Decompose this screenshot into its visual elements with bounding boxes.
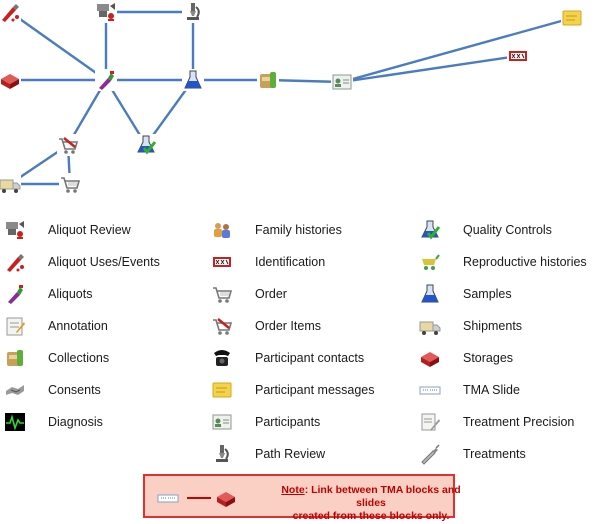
quality-controls-icon bbox=[419, 219, 441, 241]
storages-icon bbox=[419, 347, 441, 369]
note-line-1: : Link between TMA blocks and slides bbox=[304, 484, 461, 509]
note-line-2: created from these blocks only. bbox=[292, 510, 450, 522]
diagnosis-icon bbox=[4, 411, 26, 433]
diagram-node-order-items-icon[interactable] bbox=[57, 134, 79, 156]
diagram-node-quality-controls-icon[interactable] bbox=[135, 134, 157, 156]
legend-label: Collections bbox=[48, 351, 110, 365]
diagram-node-aliquot-review-icon[interactable] bbox=[95, 1, 117, 23]
legend-label: Participant contacts bbox=[255, 351, 365, 365]
note-keyword: Note bbox=[281, 484, 305, 496]
legend-label: Order Items bbox=[255, 319, 321, 333]
legend-item: Identification bbox=[211, 248, 411, 276]
reproductive-histories-icon bbox=[419, 251, 441, 273]
diagram-edges bbox=[8, 10, 574, 186]
diagram-node-aliquots-icon[interactable] bbox=[95, 69, 117, 91]
diagram-node-participant-messages-icon[interactable] bbox=[561, 7, 583, 29]
order-icon bbox=[211, 283, 233, 305]
diagram-edge bbox=[266, 78, 344, 84]
storages-icon bbox=[217, 492, 235, 507]
entity-diagram bbox=[0, 1, 583, 195]
treatment-precision-icon bbox=[419, 411, 441, 433]
aliquot-review-icon bbox=[4, 219, 26, 241]
legend-item: Shipments bbox=[419, 312, 596, 340]
legend-item: Samples bbox=[419, 280, 596, 308]
legend-label: Quality Controls bbox=[463, 223, 552, 237]
tma-slide-icon bbox=[157, 494, 179, 503]
legend-item: Order Items bbox=[211, 312, 411, 340]
diagram-node-shipments-icon[interactable] bbox=[0, 173, 21, 195]
diagram-edge bbox=[340, 16, 574, 84]
diagram-node-collections-icon[interactable] bbox=[257, 69, 279, 91]
family-histories-icon bbox=[211, 219, 233, 241]
legend-item: Aliquots bbox=[4, 280, 204, 308]
legend-label: Path Review bbox=[255, 447, 326, 461]
legend-item: Path Review bbox=[211, 440, 411, 468]
diagram-node-identification-icon[interactable] bbox=[507, 45, 529, 67]
legend-item: Participants bbox=[211, 408, 411, 436]
legend-label: Participant messages bbox=[255, 383, 375, 397]
legend-label: Diagnosis bbox=[48, 415, 103, 429]
diagram-node-samples-icon[interactable] bbox=[182, 69, 204, 91]
legend-label: Treatment Precision bbox=[463, 415, 575, 429]
legend-label: Identification bbox=[255, 255, 326, 269]
legend-label: Treatments bbox=[463, 447, 526, 461]
legend-item: Treatment Precision bbox=[419, 408, 596, 436]
legend-item: Storages bbox=[419, 344, 596, 372]
note-link-illustration bbox=[157, 492, 235, 507]
note-text: Note: Link between TMA blocks and slides… bbox=[281, 484, 461, 523]
collections-icon bbox=[4, 347, 26, 369]
legend-item: Treatments bbox=[419, 440, 596, 468]
legend-label: Aliquot Review bbox=[48, 223, 131, 237]
participant-contacts-icon bbox=[211, 347, 233, 369]
legend-item: Reproductive histories bbox=[419, 248, 596, 276]
legend-label: Order bbox=[255, 287, 287, 301]
order-items-icon bbox=[211, 315, 233, 337]
diagram-node-path-review-icon[interactable] bbox=[182, 1, 204, 23]
legend-item: Aliquot Uses/Events bbox=[4, 248, 204, 276]
legend-item: Aliquot Review bbox=[4, 216, 204, 244]
legend-item: Order bbox=[211, 280, 411, 308]
legend-label: Annotation bbox=[48, 319, 108, 333]
legend-item: Annotation bbox=[4, 312, 204, 340]
diagram-edge bbox=[340, 54, 520, 84]
participants-icon bbox=[211, 411, 233, 433]
legend-item: TMA Slide bbox=[419, 376, 596, 404]
legend: Aliquot Review Aliquot Uses/Events Aliquot… bbox=[0, 216, 596, 466]
legend-label: Aliquot Uses/Events bbox=[48, 255, 160, 269]
legend-label: Shipments bbox=[463, 319, 523, 333]
note-box: Note: Link between TMA blocks and slides… bbox=[143, 474, 461, 522]
aliquots-icon bbox=[4, 283, 26, 305]
diagram-node-storages-icon[interactable] bbox=[0, 69, 21, 91]
legend-label: Samples bbox=[463, 287, 512, 301]
diagram-node-participants-icon[interactable] bbox=[331, 71, 353, 93]
legend-item: Participant contacts bbox=[211, 344, 411, 372]
legend-item: Participant messages bbox=[211, 376, 411, 404]
diagram-node-order-icon[interactable] bbox=[59, 173, 81, 195]
legend-item: Quality Controls bbox=[419, 216, 596, 244]
legend-label: Aliquots bbox=[48, 287, 93, 301]
legend-label: Storages bbox=[463, 351, 514, 365]
tma-slide-icon bbox=[419, 379, 441, 401]
legend-label: Reproductive histories bbox=[463, 255, 587, 269]
diagram-node-aliquot-uses-icon[interactable] bbox=[0, 1, 21, 23]
legend-item: Diagnosis bbox=[4, 408, 204, 436]
treatments-icon bbox=[419, 443, 441, 465]
legend-item: Consents bbox=[4, 376, 204, 404]
aliquot-uses-icon bbox=[4, 251, 26, 273]
legend-label: Family histories bbox=[255, 223, 342, 237]
samples-icon bbox=[419, 283, 441, 305]
legend-label: TMA Slide bbox=[463, 383, 520, 397]
shipments-icon bbox=[419, 315, 441, 337]
legend-label: Participants bbox=[255, 415, 321, 429]
legend-item: Family histories bbox=[211, 216, 411, 244]
identification-icon bbox=[211, 251, 233, 273]
diagram-nodes bbox=[0, 1, 583, 195]
legend-item: Collections bbox=[4, 344, 204, 372]
path-review-icon bbox=[211, 443, 233, 465]
diagram-edge bbox=[8, 10, 108, 82]
participant-messages-icon bbox=[211, 379, 233, 401]
legend-label: Consents bbox=[48, 383, 101, 397]
annotation-icon bbox=[4, 315, 26, 337]
consents-icon bbox=[4, 379, 26, 401]
